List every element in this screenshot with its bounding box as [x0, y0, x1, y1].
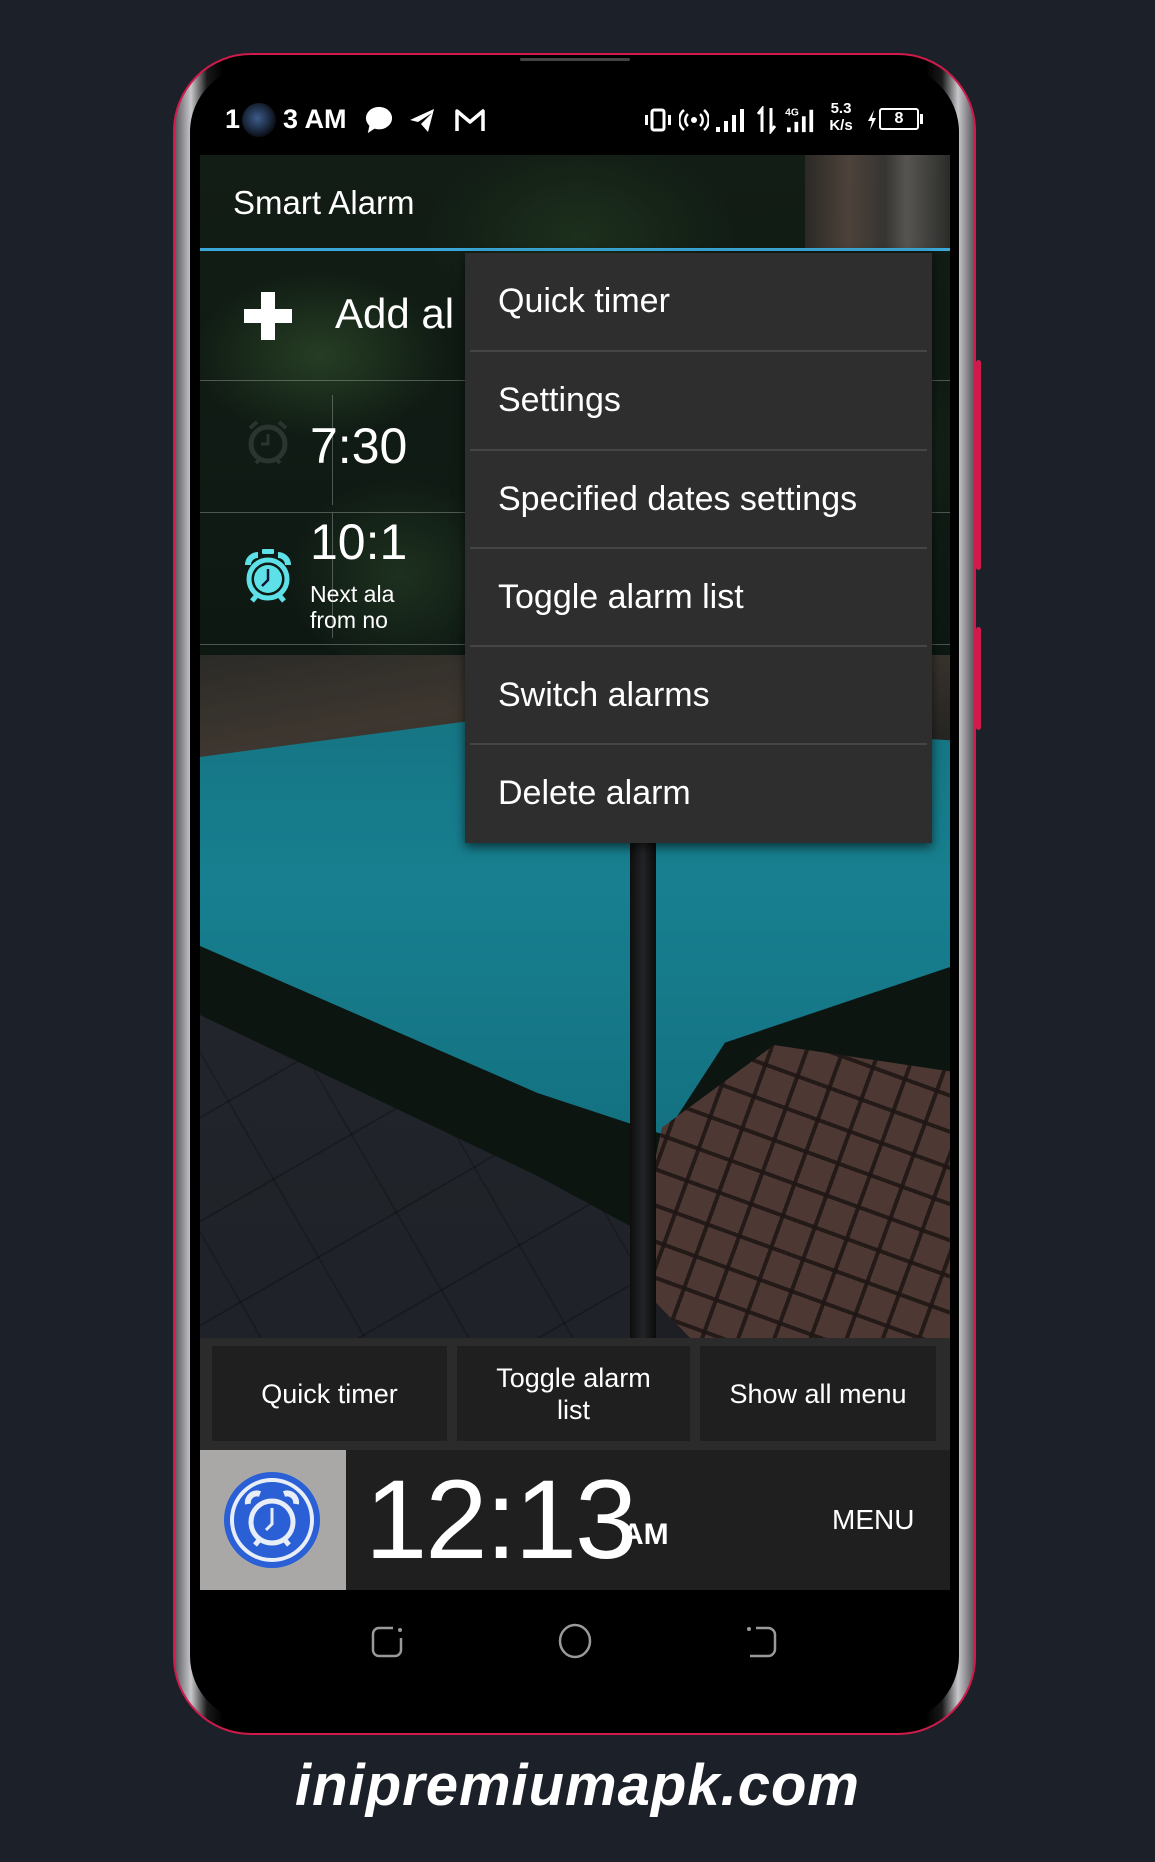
menu-item-settings[interactable]: Settings — [465, 352, 932, 449]
4g-signal-icon: 4G — [785, 107, 814, 133]
app-alarm-clock-icon — [224, 1472, 320, 1568]
menu-item-delete-alarm[interactable]: Delete alarm — [465, 745, 932, 842]
charging-bolt-icon — [868, 110, 876, 130]
next-alarm-line1: Next ala — [310, 581, 395, 607]
battery-level: 8 — [894, 110, 904, 127]
svg-text:4G: 4G — [785, 107, 799, 118]
network-speed-value: 5.3 — [830, 100, 852, 117]
data-arrows-icon — [756, 106, 777, 134]
recent-apps-icon[interactable] — [367, 1622, 407, 1660]
status-time-right: 3 AM — [283, 104, 347, 134]
watermark-text: inipremiumapk.com — [295, 1753, 860, 1818]
menu-item-quick-timer[interactable]: Quick timer — [465, 253, 932, 350]
clock-bar: 12:13 AM MENU — [200, 1450, 950, 1590]
vibrate-icon — [645, 108, 671, 132]
app-title: Smart Alarm — [233, 184, 415, 221]
plus-icon-bar — [244, 309, 292, 323]
app-screen: Smart Alarm Add al 7:30 10:1 Next ala fr… — [200, 155, 950, 1590]
next-alarm-line2: from no — [310, 607, 388, 633]
menu-item-specified-dates-settings[interactable]: Specified dates settings — [465, 451, 932, 548]
alarm-off-icon[interactable] — [244, 416, 292, 468]
home-icon[interactable] — [555, 1622, 595, 1660]
chat-bubble-icon — [365, 106, 393, 134]
back-icon[interactable] — [742, 1622, 782, 1660]
quick-timer-button[interactable]: Quick timer — [212, 1346, 447, 1441]
volume-button — [976, 360, 981, 570]
header-accent-line — [200, 248, 950, 251]
status-time-left: 1 — [225, 104, 241, 134]
current-time: 12:13 — [365, 1457, 637, 1582]
telegram-icon — [410, 109, 434, 132]
menu-item-toggle-alarm-list[interactable]: Toggle alarm list — [465, 549, 932, 646]
gmail-icon — [455, 109, 485, 131]
hotspot-icon — [679, 109, 709, 131]
network-speed: 5.3 K/s — [826, 100, 856, 134]
front-camera — [242, 103, 276, 137]
show-all-menu-button[interactable]: Show all menu — [700, 1346, 936, 1441]
power-button — [976, 627, 981, 730]
toggle-alarm-list-button[interactable]: Toggle alarm list — [457, 1346, 690, 1441]
current-time-ampm: AM — [622, 1518, 669, 1551]
add-alarm-label: Add al — [335, 290, 455, 337]
menu-item-switch-alarms[interactable]: Switch alarms — [465, 647, 932, 744]
battery-icon: 8 — [879, 108, 919, 130]
quick-action-bar: Quick timer Toggle alarm list Show all m… — [200, 1338, 950, 1450]
network-speed-unit: K/s — [829, 117, 853, 134]
app-icon-button[interactable] — [200, 1450, 346, 1590]
signal-icon — [716, 109, 744, 132]
alarm-time: 7:30 — [310, 418, 408, 474]
earpiece — [520, 58, 630, 61]
alarm-on-icon[interactable] — [240, 547, 296, 607]
alarm-time: 10:1 — [310, 514, 408, 570]
menu-button[interactable]: MENU — [832, 1450, 914, 1590]
battery-tip — [920, 114, 923, 124]
overflow-menu: Quick timer Settings Specified dates set… — [465, 253, 932, 843]
